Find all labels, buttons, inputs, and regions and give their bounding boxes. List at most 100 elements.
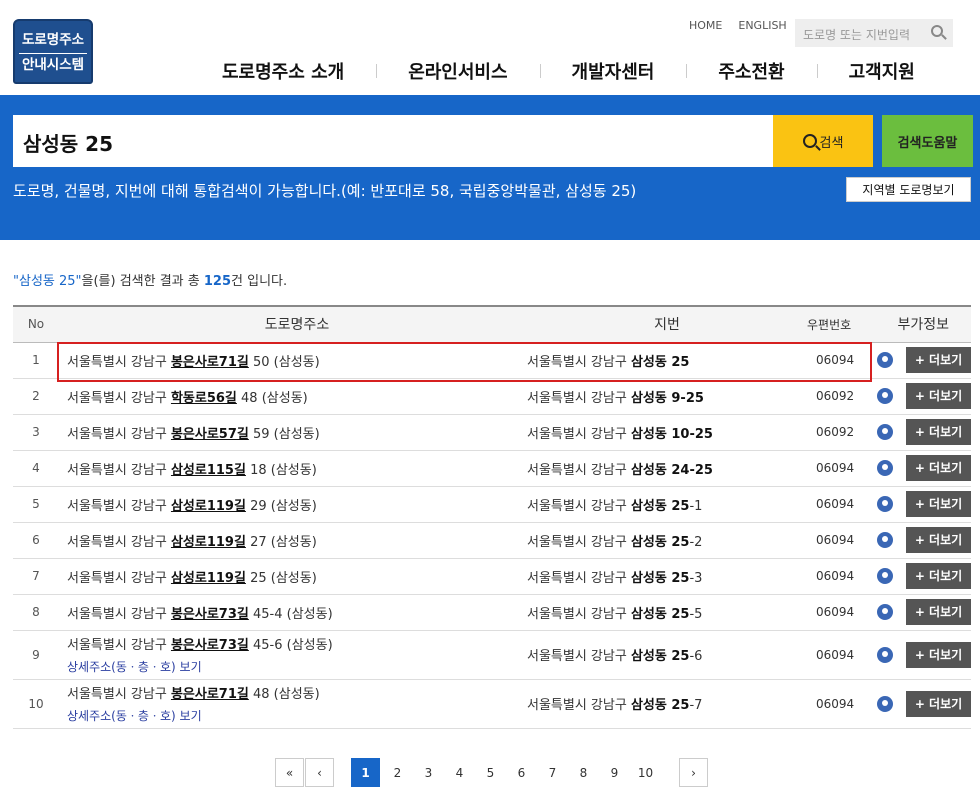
prev-page-button[interactable]: ‹: [305, 758, 334, 787]
nav-item-dev-center[interactable]: 개발자센터: [539, 58, 687, 84]
page-3-button[interactable]: 3: [413, 758, 444, 787]
jibun-sub: 25: [694, 426, 713, 442]
map-pin-icon[interactable]: [876, 532, 893, 548]
first-page-button[interactable]: «: [275, 758, 304, 787]
nav-item-online-service[interactable]: 온라인서비스: [376, 58, 539, 84]
search-icon[interactable]: [931, 25, 943, 37]
results-table: No 도로명주소 지번 우편번호 부가정보 1 서울특별시 강남구 봉은사로71길…: [13, 305, 971, 729]
map-pin-icon[interactable]: [876, 604, 893, 620]
page-1-button[interactable]: 1: [351, 758, 380, 787]
road-suffix: 48 (삼성동): [236, 390, 308, 406]
road-suffix: 45-4 (삼성동): [248, 606, 333, 622]
more-cell: + 더보기: [897, 679, 971, 729]
nav-item-address-convert[interactable]: 주소전환: [686, 58, 816, 84]
road-name-link[interactable]: 삼성로119길: [171, 499, 246, 514]
page-4-button[interactable]: 4: [444, 758, 475, 787]
table-row: 2 서울특별시 강남구 학동로56길 48 (삼성동) 서울특별시 강남구 삼성동 …: [13, 378, 971, 415]
road-name-link[interactable]: 학동로56길: [171, 391, 237, 406]
jibun-prefix: 서울특별시 강남구: [527, 570, 631, 586]
logo-line1: 도로명주소: [21, 32, 85, 48]
english-link[interactable]: ENGLISH: [738, 19, 786, 32]
detail-address-link[interactable]: 상세주소(동ㆍ층ㆍ호) 보기: [67, 658, 527, 675]
map-pin-icon[interactable]: [876, 460, 893, 476]
jibun-cell: 서울특별시 강남구 삼성동 24-25: [527, 450, 807, 487]
more-button[interactable]: + 더보기: [906, 690, 971, 717]
site-logo[interactable]: 도로명주소 안내시스템: [13, 19, 93, 84]
page-9-button[interactable]: 9: [599, 758, 630, 787]
road-suffix: 25 (삼성동): [245, 570, 317, 586]
detail-address-link[interactable]: 상세주소(동ㆍ층ㆍ호) 보기: [67, 707, 527, 724]
home-link[interactable]: HOME: [689, 19, 722, 32]
page-2-button[interactable]: 2: [382, 758, 413, 787]
jibun-prefix: 서울특별시 강남구: [527, 698, 631, 713]
more-button[interactable]: + 더보기: [906, 491, 971, 517]
map-pin-icon[interactable]: [876, 352, 893, 368]
zip-code: 06094: [807, 486, 872, 523]
header-search-input[interactable]: 도로명 또는 지번입력: [795, 19, 953, 47]
road-suffix: 27 (삼성동): [245, 534, 317, 550]
more-cell: + 더보기: [897, 378, 971, 415]
table-row: 10 서울특별시 강남구 봉은사로71길 48 (삼성동) 상세주소(동ㆍ층ㆍ호) …: [13, 679, 971, 729]
jibun-cell: 서울특별시 강남구 삼성동 25-6: [527, 630, 807, 680]
road-name-link[interactable]: 봉은사로71길: [171, 355, 249, 370]
map-pin-icon[interactable]: [876, 568, 893, 584]
more-button[interactable]: + 더보기: [906, 347, 971, 373]
more-button[interactable]: + 더보기: [906, 455, 971, 481]
main-search-input[interactable]: 삼성동 25: [13, 115, 773, 167]
more-cell: + 더보기: [897, 342, 971, 379]
road-address-cell: 서울특별시 강남구 삼성로119길 27 (삼성동): [59, 522, 527, 559]
map-pin-icon[interactable]: [876, 388, 893, 404]
more-cell: + 더보기: [897, 594, 971, 631]
more-button[interactable]: + 더보기: [906, 641, 971, 668]
road-suffix: 18 (삼성동): [245, 462, 317, 478]
page-8-button[interactable]: 8: [568, 758, 599, 787]
pagination: « ‹ 1 2 3 4 5 6 7 8 9 10 ›: [275, 758, 708, 787]
search-button[interactable]: 검색: [773, 115, 873, 167]
road-name-link[interactable]: 삼성로115길: [171, 463, 246, 478]
table-row: 8 서울특별시 강남구 봉은사로73길 45-4 (삼성동) 서울특별시 강남구 삼…: [13, 594, 971, 631]
map-pin-cell: [872, 342, 897, 379]
more-button[interactable]: + 더보기: [906, 419, 971, 445]
road-name-link[interactable]: 삼성로119길: [171, 571, 246, 586]
road-prefix: 서울특별시 강남구: [67, 534, 171, 550]
map-pin-icon[interactable]: [876, 496, 893, 512]
map-pin-icon[interactable]: [876, 646, 893, 663]
map-pin-icon[interactable]: [876, 695, 893, 712]
jibun-sub: -5: [689, 606, 703, 622]
jibun-prefix: 서울특별시 강남구: [527, 426, 631, 442]
jibun-prefix: 서울특별시 강남구: [527, 649, 631, 664]
nav-item-intro[interactable]: 도로명주소 소개: [190, 58, 376, 84]
more-button[interactable]: + 더보기: [906, 383, 971, 409]
road-name-link[interactable]: 봉은사로57길: [171, 427, 249, 442]
jibun-number: 25: [666, 354, 690, 370]
nav-item-support[interactable]: 고객지원: [816, 58, 947, 84]
header-search-placeholder: 도로명 또는 지번입력: [803, 28, 910, 42]
more-button[interactable]: + 더보기: [906, 563, 971, 589]
road-suffix: 29 (삼성동): [245, 498, 317, 514]
page-5-button[interactable]: 5: [475, 758, 506, 787]
page-6-button[interactable]: 6: [506, 758, 537, 787]
header: 도로명주소 안내시스템 HOME ENGLISH 도로명 또는 지번입력 도로명…: [0, 0, 980, 95]
road-name-link[interactable]: 삼성로119길: [171, 535, 246, 550]
zip-code: 06094: [807, 679, 872, 729]
jibun-sub: -3: [689, 570, 703, 586]
road-address-cell: 서울특별시 강남구 삼성로119길 25 (삼성동): [59, 558, 527, 595]
zip-code: 06094: [807, 450, 872, 487]
table-row: 6 서울특별시 강남구 삼성로119길 27 (삼성동) 서울특별시 강남구 삼성동…: [13, 522, 971, 559]
table-row: 9 서울특별시 강남구 봉은사로73길 45-6 (삼성동) 상세주소(동ㆍ층ㆍ호)…: [13, 630, 971, 680]
road-prefix: 서울특별시 강남구: [67, 498, 171, 514]
more-button[interactable]: + 더보기: [906, 527, 971, 553]
road-name-link[interactable]: 봉은사로71길: [171, 687, 249, 702]
search-help-button[interactable]: 검색도움말: [882, 115, 973, 167]
row-no: 1: [13, 342, 59, 379]
road-name-link[interactable]: 봉은사로73길: [171, 607, 249, 622]
region-road-button[interactable]: 지역별 도로명보기: [846, 177, 971, 202]
more-button[interactable]: + 더보기: [906, 599, 971, 625]
road-name-link[interactable]: 봉은사로73길: [171, 638, 249, 653]
next-page-button[interactable]: ›: [679, 758, 708, 787]
road-address-cell: 서울특별시 강남구 봉은사로73길 45-4 (삼성동): [59, 594, 527, 631]
map-pin-icon[interactable]: [876, 424, 893, 440]
road-address-cell: 서울특별시 강남구 봉은사로73길 45-6 (삼성동) 상세주소(동ㆍ층ㆍ호) …: [59, 630, 527, 680]
page-10-button[interactable]: 10: [630, 758, 661, 787]
page-7-button[interactable]: 7: [537, 758, 568, 787]
